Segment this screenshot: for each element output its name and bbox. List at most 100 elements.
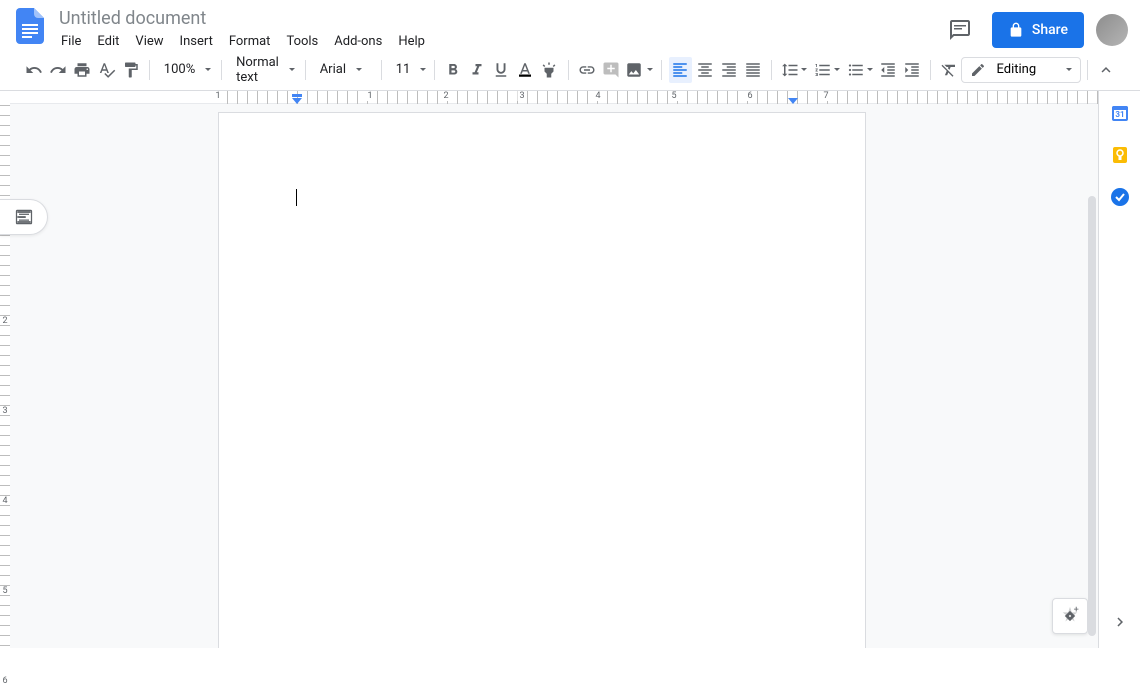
clear-formatting-button[interactable]	[938, 57, 960, 83]
align-left-button[interactable]	[669, 57, 691, 83]
bulleted-list-icon	[847, 61, 865, 79]
insert-link-button[interactable]	[575, 57, 597, 83]
side-panel-collapse-button[interactable]	[1108, 610, 1132, 634]
redo-icon	[49, 61, 67, 79]
paragraph-style-value: Normal text	[236, 55, 279, 85]
menu-insert[interactable]: Insert	[173, 30, 220, 53]
zoom-dropdown[interactable]: 100%	[156, 58, 215, 82]
increase-indent-icon	[903, 61, 921, 79]
chevron-down-icon	[356, 68, 362, 71]
menu-edit[interactable]: Edit	[90, 30, 126, 53]
decrease-indent-button[interactable]	[877, 57, 899, 83]
bold-icon	[444, 61, 462, 79]
editing-mode-label: Editing	[996, 62, 1036, 77]
comments-button[interactable]	[940, 10, 980, 50]
ruler-tick: 5	[669, 91, 678, 101]
align-center-button[interactable]	[694, 57, 716, 83]
calendar-app-icon[interactable]: 31	[1110, 103, 1130, 123]
redo-button[interactable]	[47, 57, 69, 83]
tasks-app-icon[interactable]	[1110, 187, 1130, 207]
vertical-ruler: 1 2 3 4 5 6	[0, 91, 10, 648]
paragraph-style-dropdown[interactable]: Normal text	[228, 58, 299, 82]
menu-view[interactable]: View	[128, 30, 170, 53]
svg-text:+: +	[1074, 605, 1079, 615]
svg-text:31: 31	[1115, 110, 1124, 119]
ruler-tick: 5	[0, 586, 10, 596]
explore-icon: +	[1059, 605, 1081, 627]
align-right-button[interactable]	[718, 57, 740, 83]
vertical-scrollbar[interactable]	[1086, 182, 1098, 648]
ruler-tick: 3	[517, 91, 526, 101]
explore-button[interactable]: +	[1052, 598, 1088, 634]
highlight-icon	[540, 61, 558, 79]
paint-format-button[interactable]	[120, 57, 142, 83]
outline-toggle-button[interactable]	[0, 199, 48, 235]
account-avatar[interactable]	[1096, 14, 1128, 46]
italic-button[interactable]	[466, 57, 488, 83]
underline-icon	[492, 61, 510, 79]
menu-help[interactable]: Help	[391, 30, 432, 53]
horizontal-ruler[interactable]: 1 1 2 3 4 5 6 7	[10, 91, 1098, 104]
chevron-down-icon	[867, 68, 873, 71]
highlight-color-button[interactable]	[538, 57, 560, 83]
indent-marker-left[interactable]	[292, 94, 302, 104]
chevron-right-icon	[1111, 613, 1129, 631]
insert-image-button[interactable]	[624, 57, 655, 83]
chevron-down-icon	[205, 68, 211, 71]
chevron-down-icon	[647, 68, 653, 71]
bulleted-list-button[interactable]	[844, 57, 875, 83]
chevron-down-icon	[289, 68, 295, 71]
align-left-icon	[671, 61, 689, 79]
print-icon	[73, 61, 91, 79]
bold-button[interactable]	[442, 57, 464, 83]
scrollbar-thumb[interactable]	[1088, 196, 1096, 636]
pencil-icon	[970, 62, 986, 78]
numbered-list-icon	[814, 61, 832, 79]
chevron-down-icon	[834, 68, 840, 71]
text-color-button[interactable]	[514, 57, 536, 83]
collapse-toolbar-button[interactable]	[1095, 57, 1117, 83]
share-button[interactable]: Share	[992, 12, 1084, 48]
line-spacing-button[interactable]	[779, 57, 810, 83]
menu-file[interactable]: File	[54, 30, 88, 53]
undo-button[interactable]	[23, 57, 45, 83]
numbered-list-button[interactable]	[812, 57, 843, 83]
ruler-tick: 6	[745, 91, 754, 101]
increase-indent-button[interactable]	[901, 57, 923, 83]
document-area: 1 1 2 3 4 5 6 7	[10, 91, 1098, 648]
line-spacing-icon	[781, 61, 799, 79]
ruler-tick: 4	[0, 496, 10, 506]
chevron-down-icon	[1066, 68, 1072, 71]
link-icon	[578, 61, 596, 79]
menu-tools[interactable]: Tools	[279, 30, 325, 53]
menu-addons[interactable]: Add-ons	[327, 30, 389, 53]
font-size-dropdown[interactable]: 11	[388, 58, 428, 82]
editing-mode-dropdown[interactable]: Editing	[961, 57, 1081, 83]
share-label: Share	[1032, 22, 1068, 38]
keep-app-icon[interactable]	[1110, 145, 1130, 165]
docs-logo[interactable]	[12, 8, 48, 44]
indent-marker-right[interactable]	[788, 94, 798, 104]
clear-format-icon	[940, 61, 958, 79]
ruler-tick: 1	[213, 91, 222, 101]
paint-format-icon	[122, 61, 140, 79]
font-dropdown[interactable]: Arial	[312, 58, 375, 82]
document-title[interactable]: Untitled document	[54, 6, 940, 28]
underline-button[interactable]	[490, 57, 512, 83]
spellcheck-button[interactable]	[96, 57, 118, 83]
zoom-value: 100%	[164, 62, 195, 77]
document-page[interactable]	[218, 112, 866, 648]
ruler-tick: 1	[365, 91, 374, 101]
chevron-down-icon	[801, 68, 807, 71]
undo-icon	[25, 61, 43, 79]
font-value: Arial	[320, 62, 346, 77]
ruler-tick: 6	[0, 676, 10, 686]
ruler-tick: 7	[821, 91, 830, 101]
add-comment-icon	[602, 61, 620, 79]
insert-comment-button[interactable]	[600, 57, 622, 83]
align-justify-button[interactable]	[742, 57, 764, 83]
menu-bar: File Edit View Insert Format Tools Add-o…	[54, 30, 940, 53]
menu-format[interactable]: Format	[222, 30, 278, 53]
ruler-tick: 4	[593, 91, 602, 101]
print-button[interactable]	[71, 57, 93, 83]
